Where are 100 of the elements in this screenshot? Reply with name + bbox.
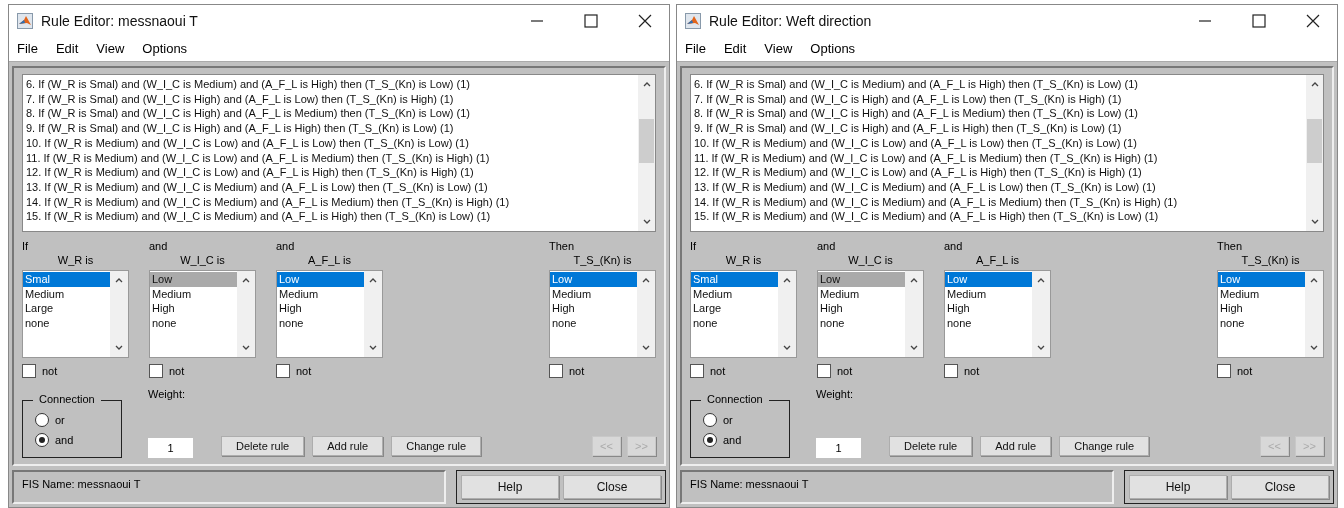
- not-checkbox[interactable]: [690, 364, 704, 378]
- list-option[interactable]: Low: [818, 272, 905, 287]
- column-header: If: [690, 240, 698, 254]
- scrollbar[interactable]: [638, 75, 655, 231]
- rules-list[interactable]: [690, 74, 1324, 232]
- not-checkbox[interactable]: [149, 364, 163, 378]
- list-option[interactable]: Large: [691, 301, 778, 316]
- not-checkbox[interactable]: [276, 364, 290, 378]
- list-option[interactable]: Smal: [691, 272, 778, 287]
- checkbox-label: not: [169, 365, 185, 377]
- list-option[interactable]: High: [1218, 301, 1305, 316]
- list-option[interactable]: Medium: [1218, 286, 1305, 301]
- action-button[interactable]: Change rule: [1059, 436, 1150, 456]
- list-option[interactable]: none: [23, 315, 110, 330]
- list-option[interactable]: Low: [1218, 272, 1305, 287]
- not-checkbox[interactable]: [1217, 364, 1231, 378]
- list-option[interactable]: Low: [945, 272, 1032, 287]
- weight-field[interactable]: 1: [148, 438, 193, 458]
- list-option[interactable]: Medium: [150, 286, 237, 301]
- list-option[interactable]: none: [150, 315, 237, 330]
- list-option[interactable]: Low: [550, 272, 637, 287]
- rule-text[interactable]: 10. If (W_R is Medium) and (W_I_C is Low) and (A_F_L is Low) then (T_S_(Kn) is Low) (1): [26, 135, 638, 151]
- list-option[interactable]: Large: [23, 301, 110, 316]
- rule-text[interactable]: 12. If (W_R is Medium) and (W_I_C is Low) and (A_F_L is High) then (T_S_(Kn) is High) (1): [26, 165, 638, 180]
- list-option[interactable]: Medium: [945, 286, 1032, 301]
- list-option[interactable]: High: [818, 301, 905, 316]
- rule-text[interactable]: 6. If (W_R is Smal) and (W_I_C is Medium) and (A_F_L is High) then (T_S_(Kn) is Low) (1): [694, 77, 1306, 92]
- menu-item[interactable]: Edit: [55, 41, 79, 57]
- not-checkbox[interactable]: [549, 364, 563, 378]
- action-button[interactable]: Delete rule: [889, 436, 973, 456]
- listbox[interactable]: Smal Medium Large none: [22, 270, 129, 358]
- list-option[interactable]: Smal: [23, 272, 110, 287]
- column-header: Then: [549, 240, 576, 254]
- rule-text[interactable]: 10. If (W_R is Medium) and (W_I_C is Low) and (A_F_L is Low) then (T_S_(Kn) is Low) (1): [694, 135, 1306, 151]
- list-option[interactable]: Medium: [23, 286, 110, 301]
- list-option[interactable]: none: [691, 315, 778, 330]
- listbox[interactable]: Low Medium High none: [149, 270, 256, 358]
- listbox[interactable]: Low Medium High none: [276, 270, 383, 358]
- rule-text[interactable]: 15. If (W_R is Medium) and (W_I_C is Medium) and (A_F_L is High) then (T_S_(Kn) is Low) (1): [694, 209, 1306, 225]
- rule-text[interactable]: 11. If (W_R is Medium) and (W_I_C is Low) and (A_F_L is Medium) then (T_S_(Kn) is High) (1): [694, 150, 1306, 166]
- list-option[interactable]: High: [945, 301, 1032, 316]
- rule-text[interactable]: 7. If (W_R is Smal) and (W_I_C is High) and (A_F_L is Low) then (T_S_(Kn) is High) (1): [694, 91, 1306, 107]
- rule-text[interactable]: 13. If (W_R is Medium) and (W_I_C is Medium) and (A_F_L is Low) then (T_S_(Kn) is Low) (1): [26, 179, 638, 195]
- rule-text[interactable]: 11. If (W_R is Medium) and (W_I_C is Low) and (A_F_L is Medium) then (T_S_(Kn) is High) (1): [26, 150, 638, 166]
- list-option[interactable]: Medium: [277, 286, 364, 301]
- not-checkbox[interactable]: [22, 364, 36, 378]
- rule-text[interactable]: 15. If (W_R is Medium) and (W_I_C is Medium) and (A_F_L is High) then (T_S_(Kn) is Low) (1): [26, 209, 638, 225]
- rule-text[interactable]: 8. If (W_R is Smal) and (W_I_C is High) and (A_F_L is Medium) then (T_S_(Kn) is Low) (1): [694, 106, 1306, 122]
- list-option[interactable]: none: [818, 315, 905, 330]
- listbox[interactable]: Low Medium High none: [944, 270, 1051, 358]
- footer-button[interactable]: Help: [1129, 475, 1227, 499]
- rule-text[interactable]: 14. If (W_R is Medium) and (W_I_C is Medium) and (A_F_L is Medium) then (T_S_(Kn) is High) (1): [26, 194, 638, 210]
- list-option[interactable]: Medium: [818, 286, 905, 301]
- listbox[interactable]: Smal Medium Large none: [690, 270, 797, 358]
- list-option[interactable]: Low: [277, 272, 364, 287]
- radio-button[interactable]: [35, 413, 49, 427]
- rule-text[interactable]: 8. If (W_R is Smal) and (W_I_C is High) and (A_F_L is Medium) then (T_S_(Kn) is Low) (1): [26, 106, 638, 122]
- radio-button[interactable]: [703, 413, 717, 427]
- weight-label: Weight:: [816, 388, 855, 400]
- weight-field[interactable]: 1: [816, 438, 861, 458]
- rule-text[interactable]: 14. If (W_R is Medium) and (W_I_C is Medium) and (A_F_L is Medium) then (T_S_(Kn) is High) (1): [694, 194, 1306, 210]
- list-option[interactable]: none: [277, 315, 364, 330]
- rule-text[interactable]: 13. If (W_R is Medium) and (W_I_C is Medium) and (A_F_L is Low) then (T_S_(Kn) is Low) (1): [694, 179, 1306, 195]
- not-checkbox[interactable]: [817, 364, 831, 378]
- rule-text[interactable]: 9. If (W_R is Smal) and (W_I_C is High) and (A_F_L is High) then (T_S_(Kn) is Low) (1): [26, 121, 638, 136]
- list-option[interactable]: High: [150, 301, 237, 316]
- action-button[interactable]: Add rule: [980, 436, 1052, 456]
- action-button[interactable]: Add rule: [312, 436, 384, 456]
- list-option[interactable]: none: [945, 315, 1032, 330]
- action-button[interactable]: Change rule: [391, 436, 482, 456]
- footer-button[interactable]: Help: [461, 475, 559, 499]
- list-option[interactable]: Low: [150, 272, 237, 287]
- menu-item[interactable]: Edit: [723, 41, 747, 57]
- rule-text[interactable]: 7. If (W_R is Smal) and (W_I_C is High) and (A_F_L is Low) then (T_S_(Kn) is High) (1): [26, 91, 638, 107]
- not-checkbox[interactable]: [944, 364, 958, 378]
- radio-button[interactable]: [703, 433, 717, 447]
- list-option[interactable]: Medium: [691, 286, 778, 301]
- scrollbar[interactable]: [1306, 75, 1323, 231]
- rule-text[interactable]: 9. If (W_R is Smal) and (W_I_C is High) and (A_F_L is High) then (T_S_(Kn) is Low) (1): [694, 121, 1306, 136]
- menu-item[interactable]: Options: [142, 41, 188, 57]
- list-option[interactable]: High: [550, 301, 637, 316]
- rule-text[interactable]: 12. If (W_R is Medium) and (W_I_C is Low) and (A_F_L is High) then (T_S_(Kn) is High) (1): [694, 165, 1306, 180]
- action-button[interactable]: Delete rule: [221, 436, 305, 456]
- rule-text[interactable]: 6. If (W_R is Smal) and (W_I_C is Medium) and (A_F_L is High) then (T_S_(Kn) is Low) (1): [26, 77, 638, 92]
- list-option[interactable]: Medium: [550, 286, 637, 301]
- menu-item[interactable]: View: [764, 41, 793, 57]
- list-option[interactable]: High: [277, 301, 364, 316]
- list-option[interactable]: none: [1218, 315, 1305, 330]
- radio-button[interactable]: [35, 433, 49, 447]
- menu-item[interactable]: File: [17, 41, 38, 57]
- listbox[interactable]: Low Medium High none: [817, 270, 924, 358]
- footer-button[interactable]: Close: [1231, 475, 1329, 499]
- footer-button[interactable]: Close: [563, 475, 661, 499]
- listbox[interactable]: Low Medium High none: [1217, 270, 1324, 358]
- menu-item[interactable]: File: [685, 41, 706, 57]
- listbox[interactable]: Low Medium High none: [549, 270, 656, 358]
- rules-list[interactable]: [22, 74, 656, 232]
- menu-item[interactable]: Options: [810, 41, 856, 57]
- list-option[interactable]: none: [550, 315, 637, 330]
- menu-item[interactable]: View: [96, 41, 125, 57]
